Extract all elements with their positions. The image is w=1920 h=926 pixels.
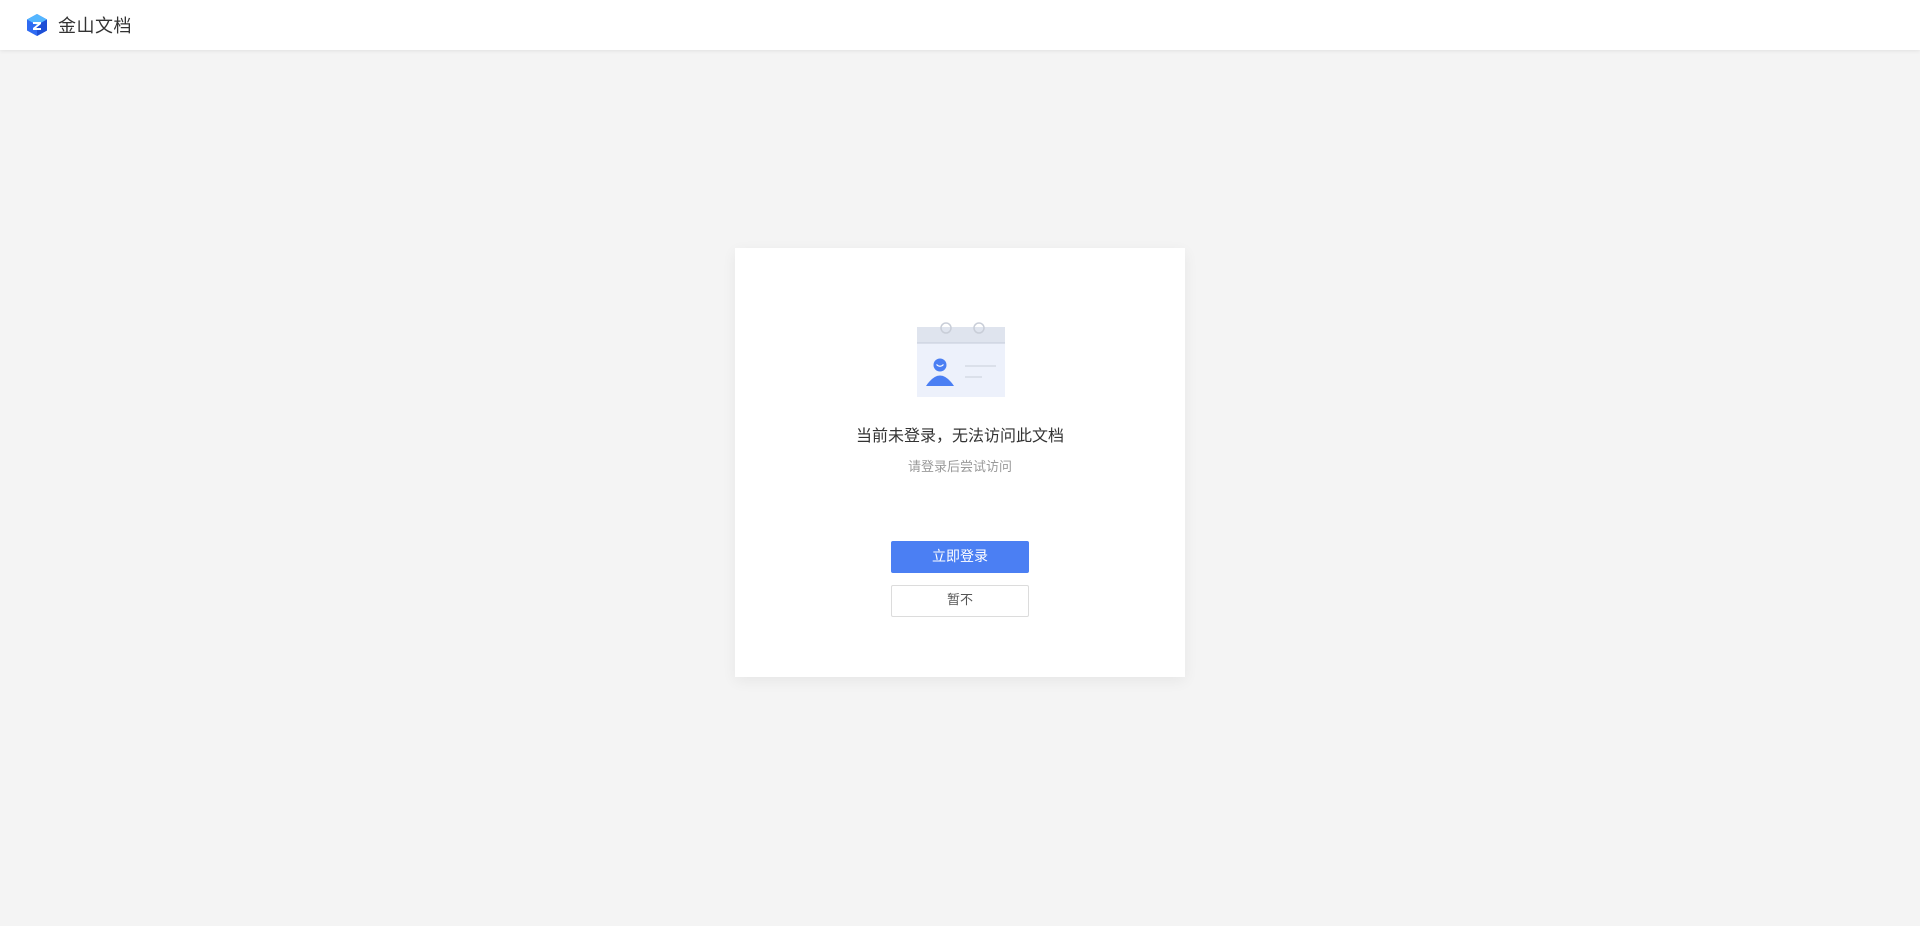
user-calendar-card-icon <box>917 322 1005 397</box>
brand-link[interactable]: 金山文档 <box>26 12 132 38</box>
not-now-button[interactable]: 暂不 <box>891 585 1029 617</box>
kingsoft-docs-logo-icon <box>27 14 47 36</box>
login-required-dialog: 当前未登录，无法访问此文档 请登录后尝试访问 立即登录 暂不 <box>735 248 1185 677</box>
app-name: 金山文档 <box>58 16 132 37</box>
dialog-subtitle: 请登录后尝试访问 <box>907 460 1012 475</box>
top-bar: 金山文档 <box>0 0 1920 50</box>
login-now-button[interactable]: 立即登录 <box>891 541 1029 573</box>
dialog-title: 当前未登录，无法访问此文档 <box>855 426 1064 445</box>
